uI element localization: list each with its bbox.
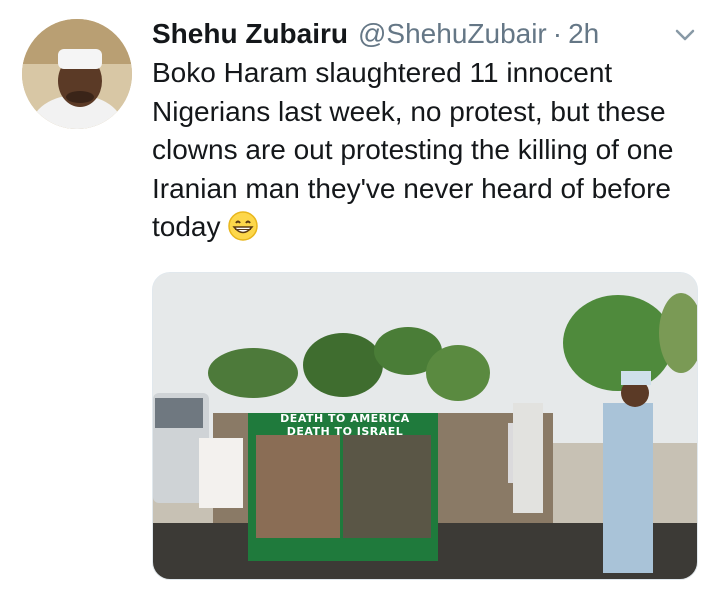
user-handle[interactable]: @ShehuZubair (358, 18, 547, 50)
separator-dot: · (552, 18, 563, 49)
display-name[interactable]: Shehu Zubairu (152, 18, 348, 50)
banner-line-2: DEATH TO ISRAEL (286, 425, 404, 438)
chevron-down-icon[interactable] (674, 24, 696, 46)
avatar[interactable] (22, 19, 132, 129)
banner-text: DEATH TO AMERICA DEATH TO ISRAEL (256, 412, 434, 438)
grinning-face-icon (227, 210, 259, 253)
avatar-photo (22, 19, 132, 129)
tweet-text: Boko Haram slaughtered 11 innocent Niger… (152, 54, 692, 253)
banner-line-1: DEATH TO AMERICA (280, 412, 410, 425)
tweet-header: Shehu Zubairu @ShehuZubair · 2h (152, 14, 700, 54)
timestamp[interactable]: 2h (568, 18, 599, 50)
